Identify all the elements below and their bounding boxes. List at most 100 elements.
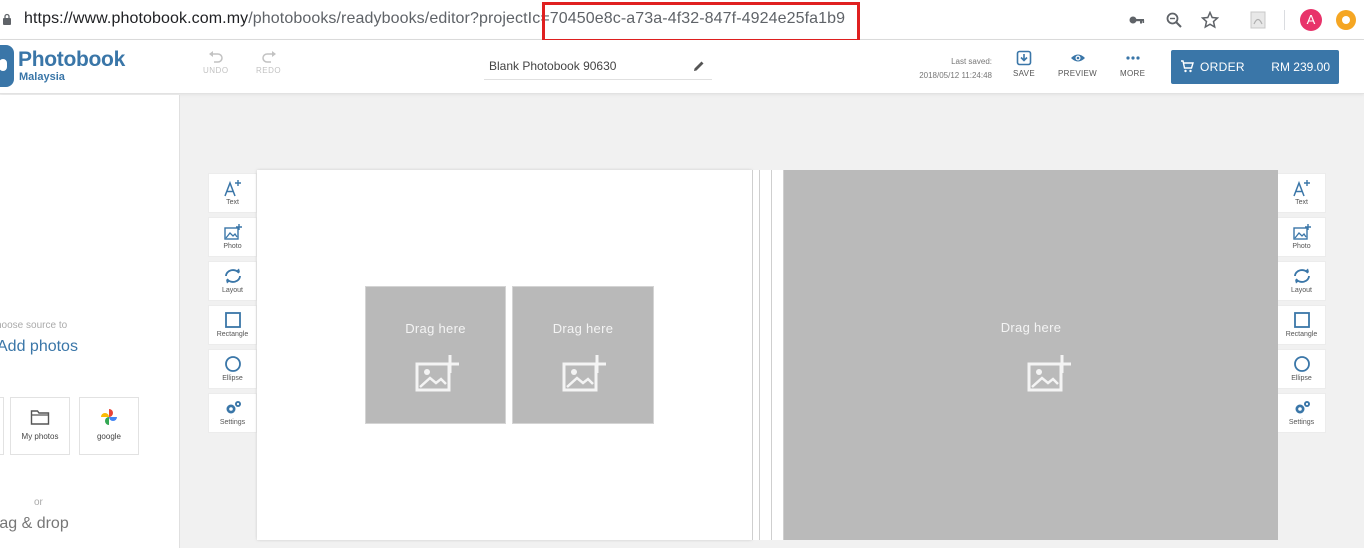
bookmark-star-icon[interactable] <box>1201 11 1219 29</box>
add-photo-icon <box>1027 355 1071 392</box>
profile-avatar[interactable]: A <box>1300 9 1322 31</box>
photo-drop-slot[interactable]: Drag here <box>365 286 506 424</box>
ellipse-tool-label: Ellipse <box>222 375 243 382</box>
url-path: /photobooks/readybooks/editor?projectIc <box>248 10 541 27</box>
google-photos-source[interactable]: google <box>79 397 139 455</box>
add-photos-heading: Add photos <box>0 338 78 355</box>
layout-refresh-icon <box>224 268 241 284</box>
preview-button[interactable]: PREVIEW <box>1058 50 1097 78</box>
left-settings-tool[interactable]: Settings <box>208 393 257 433</box>
ellipse-icon <box>1293 356 1310 372</box>
settings-tool-label: Settings <box>219 419 246 426</box>
right-ellipse-tool[interactable]: Ellipse <box>1277 349 1326 389</box>
right-settings-tool[interactable]: Settings <box>1277 393 1326 433</box>
order-price: RM 239.00 <box>1271 60 1330 74</box>
cart-icon <box>1181 60 1194 73</box>
folder-icon <box>30 410 50 425</box>
left-ellipse-tool[interactable]: Ellipse <box>208 349 257 389</box>
left-photo-tool[interactable]: Photo <box>208 217 257 257</box>
more-label: MORE <box>1120 69 1146 78</box>
project-title: Blank Photobook 90630 <box>489 59 617 73</box>
rectangle-tool-label: Rectangle <box>1285 331 1318 338</box>
order-button[interactable]: ORDER RM 239.00 <box>1171 50 1339 84</box>
right-page-photo-slot[interactable]: Drag here <box>784 170 1278 540</box>
photo-tool-label: Photo <box>223 243 242 250</box>
more-dots-icon <box>1125 56 1140 60</box>
save-label: SAVE <box>1013 69 1035 78</box>
project-title-field[interactable]: Blank Photobook 90630 <box>484 50 712 80</box>
extension-icon[interactable] <box>1336 10 1356 30</box>
text-tool-label: Text <box>1295 199 1308 206</box>
logo-title[interactable]: Photobook <box>18 48 125 72</box>
drag-here-label: Drag here <box>552 321 614 336</box>
toolbar-separator <box>1284 10 1285 30</box>
or-divider-text: or <box>34 497 43 508</box>
photo-tool-label: Photo <box>1292 243 1311 250</box>
save-icon <box>1016 50 1032 66</box>
drag-here-label: Drag here <box>405 321 466 336</box>
settings-tool-label: Settings <box>1288 419 1315 426</box>
logo-badge-icon[interactable] <box>0 45 14 87</box>
add-photo-icon <box>415 355 459 392</box>
book-spine <box>752 170 784 540</box>
photo-drop-slot[interactable]: Drag here <box>512 286 654 424</box>
redo-label: REDO <box>256 66 282 75</box>
ellipse-tool-label: Ellipse <box>1291 375 1312 382</box>
text-add-icon <box>223 180 241 197</box>
choose-source-text: hoose source to <box>0 320 68 331</box>
highlight-box <box>542 2 860 42</box>
right-layout-tool[interactable]: Layout <box>1277 261 1326 301</box>
left-text-tool[interactable]: Text <box>208 173 257 213</box>
photo-add-icon <box>1292 224 1311 240</box>
last-saved-info: Last saved: 2018/05/12 11:24:48 <box>900 55 992 83</box>
undo-label: UNDO <box>203 66 229 75</box>
settings-icon <box>226 401 241 414</box>
my-photos-label: My photos <box>21 432 59 441</box>
left-rectangle-tool[interactable]: Rectangle <box>208 305 257 345</box>
layout-refresh-icon <box>1293 268 1310 284</box>
layout-tool-label: Layout <box>221 287 244 294</box>
drag-drop-text: rag & drop <box>0 515 69 532</box>
app-header: Photobook Malaysia UNDO REDO Blank Photo… <box>0 40 1364 94</box>
left-page[interactable]: Drag here Drag here <box>257 170 752 540</box>
url-host: https://www.photobook.com.my <box>24 10 249 27</box>
spine-fold-line <box>759 170 760 540</box>
google-label: google <box>96 432 122 441</box>
eye-icon <box>1070 54 1085 62</box>
drag-here-label: Drag here <box>1000 320 1062 335</box>
redo-icon <box>261 51 276 63</box>
right-rectangle-tool[interactable]: Rectangle <box>1277 305 1326 345</box>
lock-icon <box>3 13 11 25</box>
logo-subtitle: Malaysia <box>19 71 65 83</box>
google-photos-icon <box>101 409 117 425</box>
key-icon[interactable] <box>1128 11 1146 29</box>
my-photos-source[interactable]: My photos <box>10 397 70 455</box>
add-photo-icon <box>562 355 606 392</box>
right-text-tool[interactable]: Text <box>1277 173 1326 213</box>
left-layout-tool[interactable]: Layout <box>208 261 257 301</box>
redo-button[interactable]: REDO <box>256 50 281 75</box>
last-saved-time: 2018/05/12 11:24:48 <box>919 71 992 80</box>
ellipse-icon <box>224 356 241 372</box>
text-tool-label: Text <box>226 199 239 206</box>
photo-add-icon <box>223 224 242 240</box>
order-label: ORDER <box>1200 60 1245 74</box>
rectangle-icon <box>1293 312 1310 328</box>
save-button[interactable]: SAVE <box>1013 50 1035 78</box>
text-add-icon <box>1292 180 1310 197</box>
right-photo-tool[interactable]: Photo <box>1277 217 1326 257</box>
spine-fold-line <box>771 170 772 540</box>
last-saved-label: Last saved: <box>951 57 992 66</box>
layout-tool-label: Layout <box>1290 287 1313 294</box>
pdf-extension-icon[interactable] <box>1249 11 1267 29</box>
zoom-icon[interactable] <box>1165 11 1183 29</box>
photo-drop-slot[interactable]: Drag here <box>784 170 1278 540</box>
rectangle-tool-label: Rectangle <box>216 331 249 338</box>
rectangle-icon <box>224 312 241 328</box>
undo-button[interactable]: UNDO <box>203 50 229 75</box>
photo-source-panel: hoose source to Add photos My photos goo… <box>0 95 180 548</box>
more-button[interactable]: MORE <box>1120 50 1145 78</box>
preview-label: PREVIEW <box>1058 69 1097 78</box>
edit-pencil-icon[interactable] <box>692 59 706 73</box>
source-tile-partial[interactable] <box>0 397 4 455</box>
